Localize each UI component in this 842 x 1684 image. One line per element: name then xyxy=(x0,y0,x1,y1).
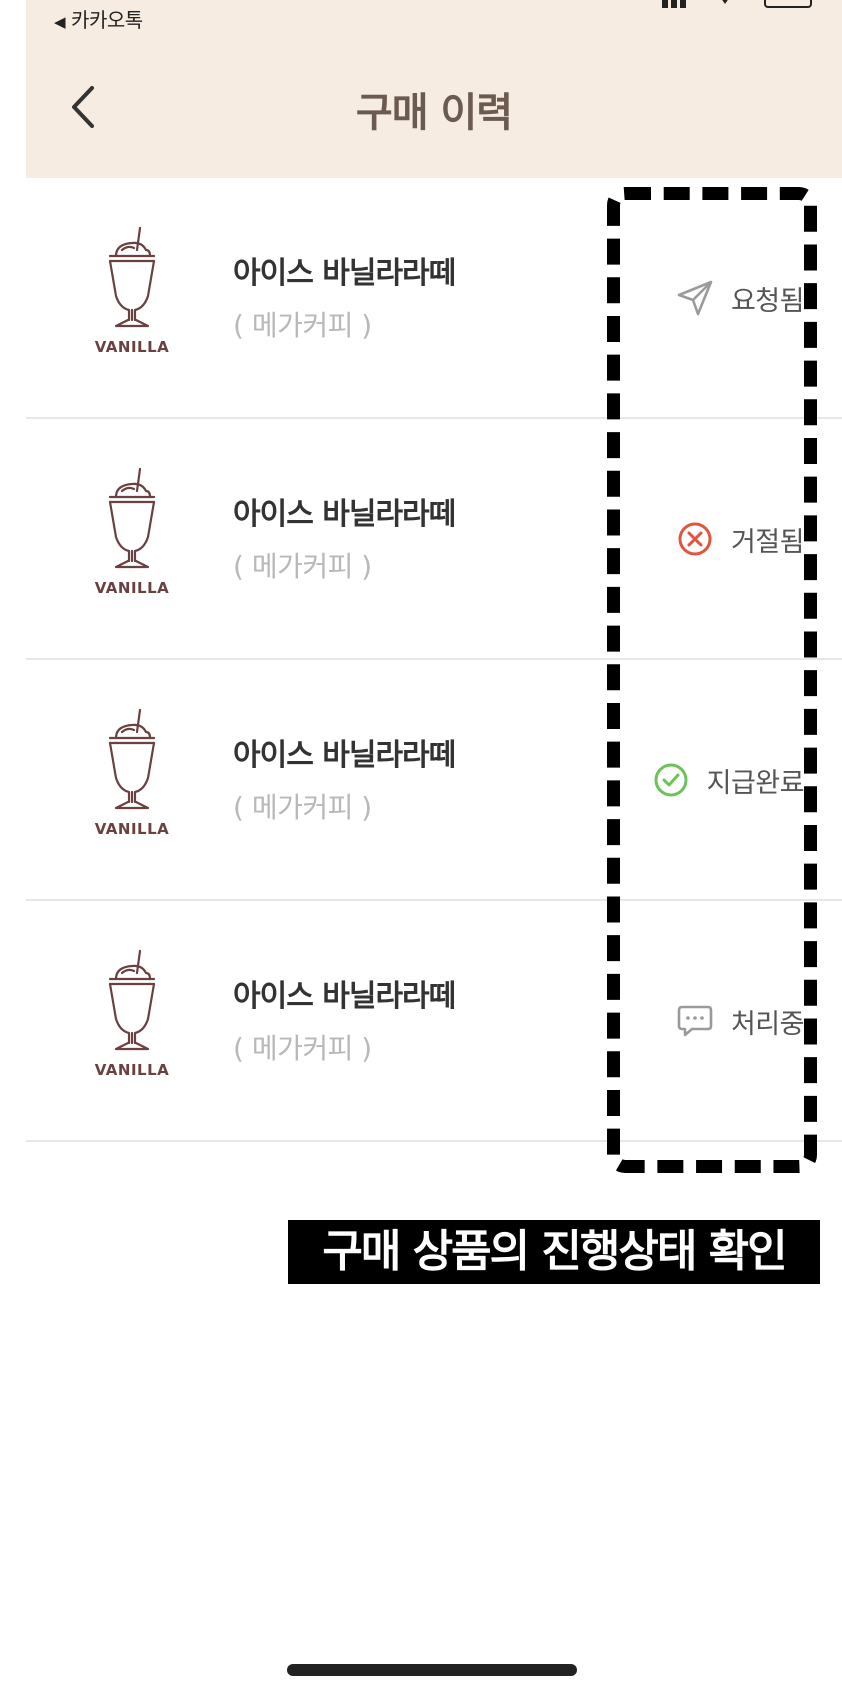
status-bar-back-app[interactable]: ◀ 카카오톡 xyxy=(54,4,143,33)
product-brand: ( 메가커피 ) xyxy=(233,791,372,824)
thumbnail-label: VANILLA xyxy=(94,1061,170,1079)
vanilla-drink-icon xyxy=(108,949,156,1051)
home-indicator[interactable] xyxy=(287,1664,577,1676)
product-thumbnail: VANILLA xyxy=(92,467,172,597)
back-triangle-icon: ◀ xyxy=(54,13,66,31)
product-name: 아이스 바닐라라떼 xyxy=(233,738,456,773)
signal-icon xyxy=(662,0,668,8)
thumbnail-label: VANILLA xyxy=(94,579,170,597)
product-thumbnail: VANILLA xyxy=(92,949,172,1079)
vanilla-drink-icon xyxy=(108,708,156,810)
signal-bar xyxy=(671,0,677,8)
status-highlight-box xyxy=(607,187,817,1173)
vanilla-drink-icon xyxy=(108,226,156,328)
back-app-label: 카카오톡 xyxy=(71,8,143,32)
product-brand: ( 메가커피 ) xyxy=(233,1032,372,1065)
product-thumbnail: VANILLA xyxy=(92,226,172,356)
product-name: 아이스 바닐라라떼 xyxy=(233,979,456,1014)
signal-bar xyxy=(680,0,686,8)
product-brand: ( 메가커피 ) xyxy=(233,550,372,583)
page-title: 구매 이력 xyxy=(355,90,513,136)
battery-icon xyxy=(764,0,812,8)
status-bar-indicators xyxy=(662,0,812,8)
product-thumbnail: VANILLA xyxy=(92,708,172,838)
thumbnail-label: VANILLA xyxy=(94,338,170,356)
thumbnail-label: VANILLA xyxy=(94,820,170,838)
screen: ◀ 카카오톡 구매 이력 VANILLA 아이스 바닐라라떼 (메가커피) … xyxy=(0,0,842,1684)
product-name: 아이스 바닐라라떼 xyxy=(233,497,456,532)
annotation-caption: 구매 상품의 진행상태 확인 xyxy=(288,1220,820,1284)
product-name: 아이스 바닐라라떼 xyxy=(233,256,456,291)
wifi-icon xyxy=(718,0,732,4)
vanilla-drink-icon xyxy=(108,467,156,569)
product-brand: ( 메가커피 ) xyxy=(233,309,372,342)
app-header: ◀ 카카오톡 구매 이력 xyxy=(26,0,842,178)
